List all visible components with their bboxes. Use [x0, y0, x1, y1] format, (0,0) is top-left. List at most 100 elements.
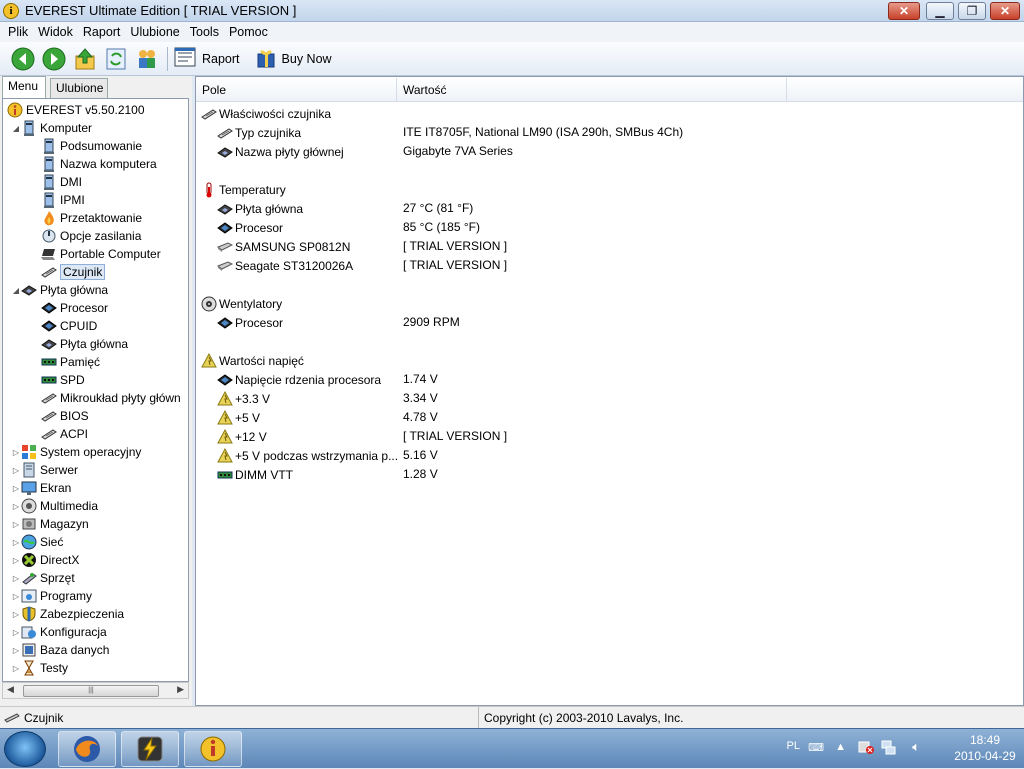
voltage-icon: [201, 353, 217, 369]
detail-row[interactable]: DIMM VTT: [217, 465, 293, 484]
tree-item-komputer-3[interactable]: DMI: [31, 173, 82, 191]
tree-item-plyta-4[interactable]: Pamięć: [31, 353, 100, 371]
tree-item-category-7[interactable]: ▷ DirectX: [11, 551, 79, 569]
tree-item-komputer-2[interactable]: Nazwa komputera: [31, 155, 157, 173]
volume-icon[interactable]: 🔈︎: [912, 739, 920, 755]
menu-2[interactable]: Widok: [33, 25, 78, 39]
tree-item-category-1[interactable]: ▷ System operacyjny: [11, 443, 141, 461]
detail-row[interactable]: Procesor: [217, 218, 283, 237]
menu-6[interactable]: Pomoc: [224, 25, 273, 39]
detail-row[interactable]: SAMSUNG SP0812N: [217, 237, 350, 256]
everest-taskbar-button[interactable]: [184, 731, 242, 767]
tree-item-category-8[interactable]: ▷ Sprzęt: [11, 569, 75, 587]
detail-row[interactable]: +12 V: [217, 427, 267, 446]
expand-icon[interactable]: ▷: [11, 646, 21, 655]
network-icon[interactable]: [880, 739, 896, 758]
tree-item-category-9[interactable]: ▷ Programy: [11, 587, 92, 605]
menu-3[interactable]: Raport: [78, 25, 126, 39]
tree-item-category-4[interactable]: ▷ Multimedia: [11, 497, 98, 515]
tree-item-plyta-3[interactable]: Płyta główna: [31, 335, 128, 353]
restore-button[interactable]: ❐: [958, 2, 986, 20]
tree-item-category-11[interactable]: ▷ Konfiguracja: [11, 623, 107, 641]
expand-icon[interactable]: ▷: [11, 628, 21, 637]
buy-now-button[interactable]: Buy Now: [256, 46, 332, 71]
field-value: 27 °C (81 °F): [403, 201, 474, 215]
expand-icon[interactable]: ▷: [11, 520, 21, 529]
expand-icon[interactable]: ▷: [11, 538, 21, 547]
expand-icon[interactable]: ▷: [11, 664, 21, 673]
tree-item-plyta-6[interactable]: Mikroukład płyty główn: [31, 389, 181, 407]
menu-5[interactable]: Tools: [185, 25, 224, 39]
refresh-button[interactable]: [103, 46, 129, 72]
detail-row[interactable]: +3.3 V: [217, 389, 270, 408]
detail-row[interactable]: Typ czujnika: [217, 123, 301, 142]
column-value[interactable]: Wartość: [397, 78, 787, 102]
tree-item-komputer-7[interactable]: Portable Computer: [31, 245, 161, 263]
tree-item-plyta-5[interactable]: SPD: [31, 371, 85, 389]
detail-row[interactable]: +5 V podczas wstrzymania p...: [217, 446, 398, 465]
tab-favorites[interactable]: Ulubione: [50, 78, 108, 98]
tree-item-category-10[interactable]: ▷ Zabezpieczenia: [11, 605, 124, 623]
tree-item-plyta-2[interactable]: CPUID: [31, 317, 97, 335]
menu-4[interactable]: Ulubione: [125, 25, 184, 39]
close-icon[interactable]: ✕: [888, 2, 920, 20]
forward-button[interactable]: [41, 46, 67, 72]
detail-row[interactable]: Napięcie rdzenia procesora: [217, 370, 381, 389]
minimize-button[interactable]: ▁: [926, 2, 954, 20]
field-label: DIMM VTT: [235, 467, 293, 482]
section-header[interactable]: Właściwości czujnika: [201, 104, 331, 123]
firefox-taskbar-button[interactable]: [58, 731, 116, 767]
winamp-taskbar-button[interactable]: [121, 731, 179, 767]
expand-icon[interactable]: ▷: [11, 448, 21, 457]
up-button[interactable]: [72, 46, 98, 72]
tree-item-plyta-glowna[interactable]: ◢ Płyta główna: [11, 281, 108, 299]
start-button[interactable]: [4, 731, 46, 767]
tree-item-category-13[interactable]: ▷ Testy: [11, 659, 68, 677]
section-header[interactable]: Temperatury: [201, 180, 286, 199]
expand-icon[interactable]: ▷: [11, 610, 21, 619]
expand-icon[interactable]: ▷: [11, 592, 21, 601]
detail-row[interactable]: Nazwa płyty głównej: [217, 142, 344, 161]
menu-1[interactable]: Plik: [3, 25, 33, 39]
tree-item-plyta-8[interactable]: ACPI: [31, 425, 88, 443]
detail-row[interactable]: +5 V: [217, 408, 260, 427]
network-error-icon[interactable]: [858, 739, 874, 758]
tree-item-category-5[interactable]: ▷ Magazyn: [11, 515, 89, 533]
tree-item-plyta-1[interactable]: Procesor: [31, 299, 108, 317]
language-indicator[interactable]: PL: [787, 740, 800, 752]
detail-row[interactable]: Seagate ST3120026A: [217, 256, 353, 275]
expand-icon[interactable]: ▷: [11, 556, 21, 565]
detail-row[interactable]: Procesor: [217, 313, 283, 332]
tree-item-komputer-8[interactable]: Czujnik: [31, 263, 106, 281]
tree-item-plyta-7[interactable]: BIOS: [31, 407, 89, 425]
column-field[interactable]: Pole: [196, 78, 397, 102]
section-header[interactable]: Wartości napięć: [201, 351, 304, 370]
expand-icon[interactable]: ▷: [11, 502, 21, 511]
keyboard-icon[interactable]: ⌨: [808, 741, 824, 754]
tree-item-category-2[interactable]: ▷ Serwer: [11, 461, 78, 479]
window-close-button[interactable]: ✕: [990, 2, 1020, 20]
tree-item-category-3[interactable]: ▷ Ekran: [11, 479, 71, 497]
tree-horizontal-scrollbar[interactable]: ◀ ||| ▶: [2, 682, 189, 699]
detail-row[interactable]: Płyta główna: [217, 199, 303, 218]
section-header[interactable]: Wentylatory: [201, 294, 282, 313]
tree-item-category-12[interactable]: ▷ Baza danych: [11, 641, 109, 659]
tree-item-komputer-6[interactable]: Opcje zasilania: [31, 227, 141, 245]
expand-icon[interactable]: ▷: [11, 484, 21, 493]
tree-item-komputer-5[interactable]: Przetaktowanie: [31, 209, 142, 227]
back-button[interactable]: [10, 46, 36, 72]
expand-icon[interactable]: ▷: [11, 574, 21, 583]
tree-item-category-6[interactable]: ▷ Sieć: [11, 533, 63, 551]
expand-icon[interactable]: ▷: [11, 466, 21, 475]
tree-item-komputer-1[interactable]: Podsumowanie: [31, 137, 142, 155]
tree-item-root[interactable]: EVEREST v5.50.2100: [3, 101, 145, 119]
show-hidden-icons-icon[interactable]: ▲: [835, 741, 846, 753]
clock[interactable]: 18:49 2010-04-29: [952, 732, 1018, 764]
tab-menu[interactable]: Menu: [2, 76, 46, 98]
raport-button[interactable]: Raport: [174, 47, 240, 70]
collapse-icon[interactable]: ◢: [11, 124, 21, 133]
tree-item-komputer-4[interactable]: IPMI: [31, 191, 85, 209]
collapse-icon[interactable]: ◢: [11, 286, 21, 295]
tree-item-komputer[interactable]: ◢ Komputer: [11, 119, 92, 137]
users-button[interactable]: [134, 46, 160, 72]
